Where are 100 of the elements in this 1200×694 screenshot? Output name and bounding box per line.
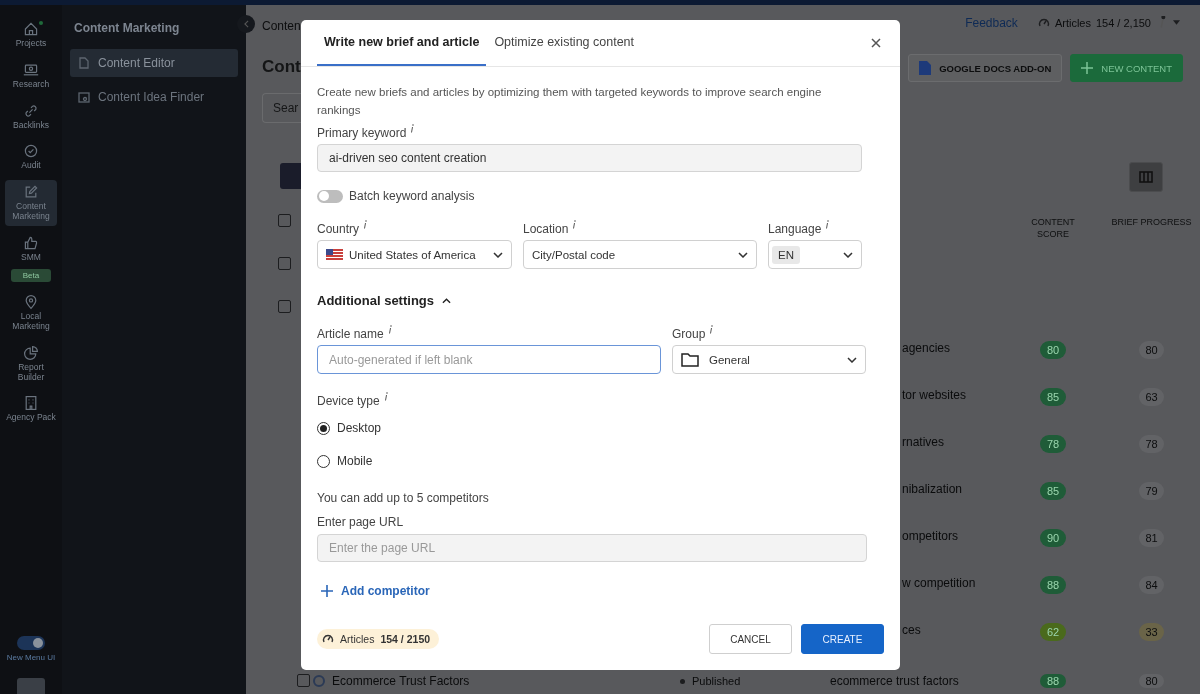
sidebar-item[interactable]: Local Marketing bbox=[5, 290, 57, 336]
checkbox[interactable] bbox=[278, 257, 291, 270]
thumbs-up-icon bbox=[23, 234, 39, 251]
articles-quota: Articles 154 / 2150 bbox=[317, 629, 440, 649]
score-badge: 90 bbox=[1039, 529, 1067, 547]
field-label: Enter page URL bbox=[317, 515, 405, 529]
description: Create new briefs and articles by optimizing them with targeted keywords to improve search engine rankings bbox=[317, 85, 823, 118]
field-label: Group bbox=[672, 327, 706, 341]
tab[interactable]: Write new brief and article bbox=[317, 20, 487, 66]
score-badge: 78 bbox=[1039, 435, 1067, 453]
progress-value: 80 bbox=[1139, 341, 1164, 359]
chevron-down-icon bbox=[738, 251, 748, 258]
info-icon[interactable] bbox=[383, 392, 388, 401]
breadcrumb[interactable]: Conten bbox=[262, 19, 301, 33]
info-icon[interactable] bbox=[363, 220, 368, 229]
score-badge: 62 bbox=[1039, 623, 1067, 641]
check-circle-icon bbox=[23, 143, 39, 160]
building-icon bbox=[23, 395, 39, 412]
flag-icon bbox=[326, 249, 343, 260]
keyword-input[interactable]: ai-driven seo content creation bbox=[317, 144, 862, 172]
sidebar-item[interactable]: SMM bbox=[5, 230, 57, 267]
select-dropdown[interactable]: City/Postal code bbox=[523, 240, 757, 269]
toggle-label: New Menu UI bbox=[6, 653, 56, 662]
info-icon[interactable] bbox=[709, 325, 714, 334]
radio-option[interactable]: Desktop bbox=[317, 421, 382, 435]
sidebar-item[interactable]: Research bbox=[5, 57, 57, 94]
columns-icon bbox=[1139, 171, 1153, 184]
score-badge: 88 bbox=[1039, 576, 1067, 594]
sidebar-item[interactable]: Projects bbox=[5, 17, 57, 53]
table-cell-text: ces bbox=[901, 623, 922, 637]
checkbox[interactable] bbox=[278, 300, 291, 313]
progress-value: 78 bbox=[1139, 435, 1164, 453]
nav-item[interactable]: Content Editor bbox=[70, 49, 238, 77]
checkbox[interactable] bbox=[297, 674, 310, 687]
pin-icon bbox=[23, 294, 39, 311]
table-cell: Ecommerce Trust Factors bbox=[332, 674, 470, 688]
cancel-button[interactable]: CANCEL bbox=[709, 624, 792, 654]
toggle-switch[interactable] bbox=[317, 189, 343, 203]
toggle-switch[interactable] bbox=[17, 636, 45, 650]
caret-icon bbox=[1173, 20, 1180, 26]
status-dot bbox=[680, 678, 685, 684]
add-competitor-link[interactable]: Add competitor bbox=[321, 584, 430, 598]
table-cell-text: ompetitors bbox=[901, 529, 960, 543]
field-label: Device type bbox=[317, 394, 380, 408]
articles-quota[interactable]: Articles 154 / 2,150 bbox=[1037, 16, 1180, 29]
sidebar-item[interactable]: Backlinks bbox=[5, 98, 57, 135]
article-name-input[interactable]: Auto-generated if left blank bbox=[317, 345, 661, 374]
field-label: Country bbox=[317, 222, 360, 236]
sidebar-item[interactable]: Report Builder bbox=[5, 340, 57, 387]
info-icon[interactable] bbox=[825, 220, 830, 229]
progress-value: 33 bbox=[1139, 623, 1164, 641]
columns-button[interactable] bbox=[1129, 162, 1163, 192]
beta-badge: Beta bbox=[10, 269, 52, 283]
checkbox[interactable] bbox=[278, 214, 291, 227]
field-label: Primary keyword bbox=[317, 126, 407, 140]
table-cell-text: rnatives bbox=[901, 435, 946, 449]
plus-icon bbox=[321, 585, 333, 597]
table-cell-text: agencies bbox=[901, 341, 952, 355]
table-cell-text: w competition bbox=[901, 576, 977, 590]
document-icon bbox=[919, 61, 932, 76]
section-title: Content Marketing bbox=[74, 21, 181, 35]
url-input[interactable]: Enter the page URL bbox=[317, 534, 867, 562]
info-icon[interactable] bbox=[410, 124, 415, 133]
score-badge: 80 bbox=[1039, 341, 1067, 359]
sidebar-item[interactable]: Agency Pack bbox=[5, 391, 57, 428]
collapse-button[interactable] bbox=[237, 15, 255, 33]
info-icon[interactable] bbox=[572, 220, 577, 229]
chevron-left-icon bbox=[243, 20, 249, 28]
chevron-down-icon bbox=[493, 251, 503, 258]
field-label: Language bbox=[768, 222, 822, 236]
select-dropdown[interactable]: United States of America bbox=[317, 240, 512, 269]
progress-value: 63 bbox=[1139, 388, 1164, 406]
new-content-button[interactable]: NEW CONTENT bbox=[1070, 54, 1183, 83]
group-dropdown[interactable]: General bbox=[672, 345, 866, 374]
score-badge: 88 bbox=[1039, 674, 1067, 688]
nav-item[interactable]: Content Idea Finder bbox=[70, 83, 238, 111]
tab[interactable]: Optimize existing content bbox=[487, 20, 642, 66]
chevron-down-icon bbox=[843, 251, 853, 258]
progress-value: 79 bbox=[1139, 482, 1164, 500]
home-icon bbox=[23, 21, 39, 37]
field-label: Article name bbox=[317, 327, 384, 341]
chevron-up-icon bbox=[442, 297, 451, 304]
google-icon bbox=[313, 675, 325, 687]
column-header: CONTENT SCORE bbox=[1030, 215, 1076, 241]
sidebar-item[interactable]: Audit bbox=[5, 139, 57, 176]
info-icon[interactable] bbox=[387, 325, 392, 334]
section-toggle[interactable]: Additional settings bbox=[317, 293, 451, 308]
hint-text: You can add up to 5 competitors bbox=[317, 491, 490, 505]
calendar-icon bbox=[78, 91, 90, 103]
progress-value: 80 bbox=[1139, 674, 1164, 688]
page-title: Cont bbox=[262, 57, 301, 77]
field-label: Location bbox=[523, 222, 569, 236]
radio-option[interactable]: Mobile bbox=[317, 454, 373, 468]
create-button[interactable]: CREATE bbox=[801, 624, 884, 654]
select-dropdown[interactable]: EN bbox=[768, 240, 862, 269]
docs-addon-button[interactable]: GOOGLE DOCS ADD-ON bbox=[908, 54, 1063, 83]
link-icon bbox=[23, 102, 39, 119]
sidebar-item[interactable]: Content Marketing bbox=[5, 180, 57, 226]
plus-icon bbox=[1081, 61, 1094, 76]
progress-value: 84 bbox=[1139, 576, 1164, 594]
